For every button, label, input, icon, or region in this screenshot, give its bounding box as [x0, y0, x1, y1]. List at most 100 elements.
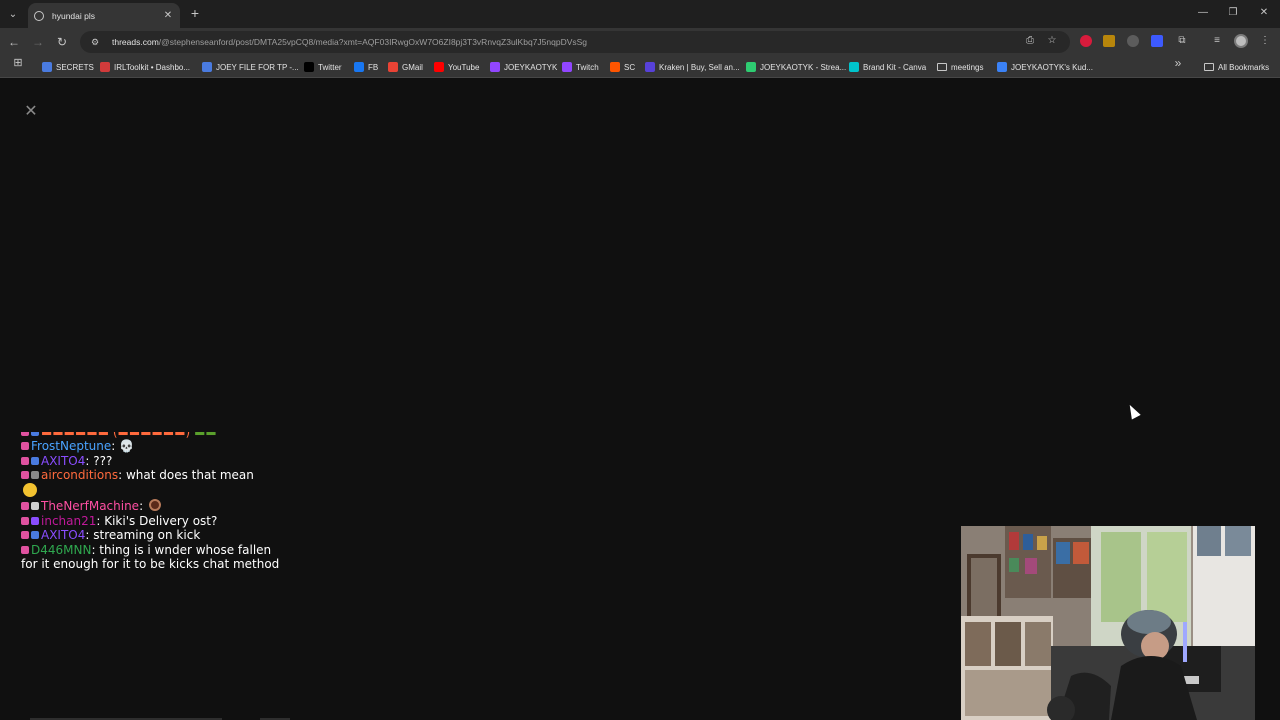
bookmarks-bar: ⊞ SECRETS IRLToolkit • Dashbo... JOEY FILE… — [0, 56, 1280, 78]
bookmark-label: YouTube — [448, 62, 480, 72]
profile-avatar[interactable] — [1234, 34, 1248, 48]
bookmark-item[interactable]: SC — [610, 60, 635, 74]
bookmark-item[interactable]: JOEYKAOTYK's Kud... — [997, 60, 1093, 74]
bookmark-favicon-icon — [849, 62, 859, 72]
bookmark-favicon-icon — [490, 62, 500, 72]
bookmark-item[interactable]: Brand Kit - Canva — [849, 60, 926, 74]
bookmark-item[interactable]: JOEYKAOTYK - Strea... — [746, 60, 846, 74]
chat-badge-icon — [21, 531, 29, 539]
install-app-icon[interactable]: ⎙ — [1023, 34, 1037, 48]
chat-badge-icon — [21, 516, 29, 525]
restore-icon[interactable]: ❐ — [1226, 6, 1240, 20]
address-bar[interactable]: ⚙ threads.com/@stephenseanford/post/DMTA… — [80, 31, 1070, 53]
bookmark-label: JOEYKAOTYK's Kud... — [1011, 62, 1093, 72]
extension-yellow-icon[interactable] — [1103, 35, 1115, 47]
apps-grid-icon[interactable]: ⊞ — [10, 55, 26, 71]
extension-gray-icon[interactable] — [1127, 35, 1139, 47]
webcam-image — [961, 526, 1255, 720]
bookmark-favicon-icon — [645, 62, 655, 72]
bookmark-favicon-icon — [746, 62, 756, 72]
extensions-puzzle-icon[interactable]: ⧉ — [1175, 34, 1189, 48]
bookmark-favicon-icon — [434, 62, 444, 72]
chat-username[interactable]: FrostNeptune — [31, 439, 111, 453]
bookmark-label: meetings — [951, 62, 984, 72]
chat-badge-icon — [21, 456, 29, 465]
chat-message: AXITO4: ??? — [21, 454, 291, 469]
bookmark-item[interactable]: JOEYKAOTYK — [490, 60, 557, 74]
folder-icon — [937, 63, 947, 71]
minimize-icon[interactable]: — — [1196, 6, 1210, 20]
chat-badge-icon — [21, 471, 29, 479]
bookmark-item[interactable]: FB — [354, 60, 378, 74]
extension-blue-icon[interactable] — [1151, 35, 1163, 47]
bookmark-label: Brand Kit - Canva — [863, 62, 927, 72]
bookmark-label: GMail — [402, 62, 423, 72]
chat-message: TheNerfMachine: — [21, 499, 291, 514]
chat-text: : Kiki's Delivery ost? — [96, 513, 218, 528]
chat-emote-icon — [148, 499, 161, 511]
tab-search-icon[interactable]: ⌄ — [4, 5, 22, 23]
chat-badge-icon — [21, 545, 29, 554]
chat-username[interactable]: inchan21 — [41, 514, 96, 528]
chat-badge-icon — [21, 502, 29, 510]
extension-red-icon[interactable] — [1080, 35, 1092, 47]
bookmark-label: IRLToolkit • Dashbo... — [114, 62, 191, 72]
new-tab-icon[interactable]: + — [188, 5, 202, 21]
chat-username[interactable]: AXITO4 — [41, 528, 85, 542]
media-controls-icon[interactable]: ≡ — [1210, 34, 1224, 48]
bookmark-label: JOEY FILE FOR TP -... — [216, 62, 299, 72]
toolbar: ← → ↻ ⚙ threads.com/@stephenseanford/pos… — [0, 28, 1280, 56]
chat-username[interactable]: TheNerfMachine — [41, 499, 139, 513]
chat-badge-icon — [31, 516, 39, 525]
bookmark-favicon-icon — [562, 62, 572, 72]
chat-text: : 💀 — [111, 439, 135, 453]
chat-text: : — [139, 499, 147, 513]
close-window-icon[interactable]: ✕ — [1257, 6, 1271, 20]
chat-username[interactable]: D446MNN — [31, 543, 91, 557]
bookmark-label: JOEYKAOTYK — [504, 62, 558, 72]
menu-icon[interactable]: ⋮ — [1258, 34, 1272, 48]
bookmark-item[interactable]: Kraken | Buy, Sell an... — [645, 60, 740, 74]
back-icon[interactable]: ← — [6, 34, 22, 50]
bookmark-label: Kraken | Buy, Sell an... — [659, 62, 740, 72]
bookmark-item[interactable]: Twitch — [562, 60, 599, 74]
bookmark-favicon-icon — [610, 62, 620, 72]
chat-message: inchan21: Kiki's Delivery ost? — [21, 514, 291, 529]
bookmark-item[interactable]: JOEY FILE FOR TP -... — [202, 60, 299, 74]
threads-favicon-icon — [34, 10, 44, 21]
chat-username[interactable]: AXITO4 — [41, 454, 85, 468]
url-text: threads.com/@stephenseanford/post/DMTA25… — [112, 37, 588, 47]
bookmark-label: FB — [368, 62, 379, 72]
forward-icon[interactable]: → — [30, 34, 46, 50]
bookmark-star-icon[interactable]: ☆ — [1045, 34, 1059, 48]
chat-badge-icon — [31, 456, 39, 465]
bookmark-item[interactable]: IRLToolkit • Dashbo... — [100, 60, 190, 74]
bookmark-favicon-icon — [354, 62, 364, 72]
tab-active[interactable]: hyundai pls ✕ — [28, 3, 180, 28]
bookmark-label: Twitch — [576, 62, 599, 72]
chat-line-cut: ▬▬▬▬▬▬ (▬▬▬▬▬▬) ▬▬ — [21, 432, 291, 439]
bookmark-label: JOEYKAOTYK - Strea... — [760, 62, 847, 72]
more-bookmarks-icon[interactable]: » — [1170, 55, 1186, 71]
bookmark-item[interactable]: Twitter — [304, 60, 342, 74]
bookmark-item[interactable]: meetings — [937, 60, 983, 74]
close-viewer-icon[interactable]: ✕ — [18, 99, 44, 125]
all-bookmarks[interactable]: All Bookmarks — [1204, 60, 1269, 74]
bookmark-favicon-icon — [100, 62, 110, 72]
site-info-icon[interactable]: ⚙ — [88, 37, 102, 48]
tab-title: hyundai pls — [52, 10, 96, 21]
bookmark-item[interactable]: SECRETS — [42, 60, 94, 74]
reload-icon[interactable]: ↻ — [54, 34, 70, 50]
bookmark-label: SECRETS — [56, 62, 94, 72]
chat-username[interactable]: airconditions — [41, 468, 118, 482]
bookmark-item[interactable]: YouTube — [434, 60, 479, 74]
chat-message: FrostNeptune: 💀 — [21, 439, 291, 454]
chat-text: : streaming on kick — [85, 528, 201, 542]
bookmark-favicon-icon — [388, 62, 398, 72]
bookmark-label: Twitter — [318, 62, 342, 72]
bookmark-item[interactable]: GMail — [388, 60, 423, 74]
tab-close-icon[interactable]: ✕ — [162, 10, 174, 21]
bookmark-favicon-icon — [202, 62, 212, 72]
chat-text: : what does that mean — [118, 468, 254, 482]
chat-text: : ??? — [85, 453, 113, 468]
